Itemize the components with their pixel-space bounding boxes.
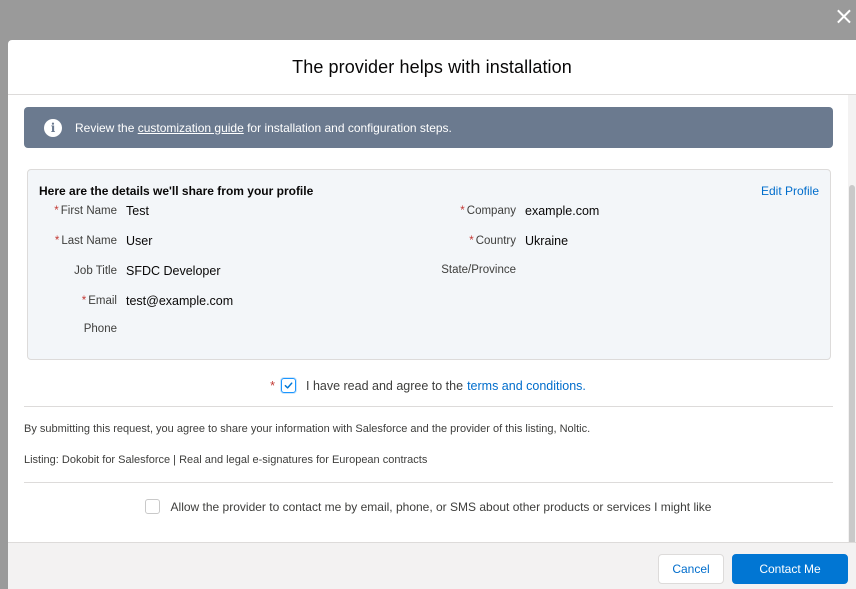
divider xyxy=(24,406,833,407)
opt-in-label: Allow the provider to contact me by emai… xyxy=(170,499,712,514)
field-last-name: * Last Name User xyxy=(28,234,153,248)
field-value: test@example.com xyxy=(126,294,234,308)
field-label: Email xyxy=(88,295,117,307)
field-label: State/Province xyxy=(441,264,516,276)
listing-text: Listing: Dokobit for Salesforce | Real a… xyxy=(24,454,428,466)
profile-card: Here are the details we'll share from yo… xyxy=(27,169,831,360)
field-label: Phone xyxy=(83,323,117,335)
required-mark: * xyxy=(54,235,60,247)
required-mark: * xyxy=(54,205,59,217)
required-mark: * xyxy=(460,205,465,217)
modal-body: i Review the customization guide for ins… xyxy=(8,95,856,543)
field-phone: Phone xyxy=(28,323,126,335)
field-value: example.com xyxy=(525,204,600,218)
field-value: User xyxy=(126,234,153,248)
required-mark: * xyxy=(270,378,275,393)
profile-card-title: Here are the details we'll share from yo… xyxy=(39,184,314,198)
terms-link[interactable]: terms and conditions. xyxy=(467,379,586,393)
banner-text: Review the customization guide for insta… xyxy=(75,121,452,135)
close-icon[interactable]: × xyxy=(834,4,854,28)
field-company: * Company example.com xyxy=(436,204,599,218)
disclaimer-text: By submitting this request, you agree to… xyxy=(24,423,591,435)
modal-footer: Cancel Contact Me xyxy=(8,542,856,589)
modal-title: The provider helps with installation xyxy=(292,56,572,77)
field-email: * Email test@example.com xyxy=(28,294,233,308)
field-value: Test xyxy=(126,204,149,218)
scrollbar[interactable] xyxy=(848,95,856,543)
field-value: SFDC Developer xyxy=(126,264,221,278)
field-value: Ukraine xyxy=(525,234,569,248)
checkmark-icon xyxy=(284,382,293,389)
terms-checkbox[interactable] xyxy=(281,378,296,393)
field-job-title: Job Title SFDC Developer xyxy=(28,264,220,278)
contact-opt-in: Allow the provider to contact me by emai… xyxy=(8,499,848,514)
field-first-name: * First Name Test xyxy=(28,204,149,218)
field-label: Job Title xyxy=(74,265,117,277)
banner-text-after: for installation and configuration steps… xyxy=(243,120,452,135)
field-label: First Name xyxy=(60,205,117,217)
info-banner: i Review the customization guide for ins… xyxy=(24,107,833,148)
edit-profile-link[interactable]: Edit Profile xyxy=(761,184,819,198)
field-state-province: State/Province xyxy=(436,264,525,276)
modal-header: The provider helps with installation xyxy=(8,40,856,95)
field-label: Last Name xyxy=(61,235,117,247)
divider xyxy=(24,482,833,483)
required-mark: * xyxy=(469,235,474,247)
field-country: * Country Ukraine xyxy=(436,234,568,248)
contact-me-button[interactable]: Contact Me xyxy=(732,554,848,584)
required-mark: * xyxy=(81,295,87,307)
field-label: Country xyxy=(475,235,516,247)
scrollbar-thumb[interactable] xyxy=(849,185,855,543)
customization-guide-link[interactable]: customization guide xyxy=(138,121,244,135)
terms-label: I have read and agree to the xyxy=(306,378,464,393)
terms-agreement: * I have read and agree to the terms and… xyxy=(8,378,848,393)
info-icon: i xyxy=(44,118,62,137)
modal-dialog: The provider helps with installation i R… xyxy=(8,40,856,589)
banner-text-before: Review the xyxy=(75,120,138,135)
field-label: Company xyxy=(466,205,516,217)
opt-in-checkbox[interactable] xyxy=(144,499,160,514)
cancel-button[interactable]: Cancel xyxy=(658,554,724,584)
